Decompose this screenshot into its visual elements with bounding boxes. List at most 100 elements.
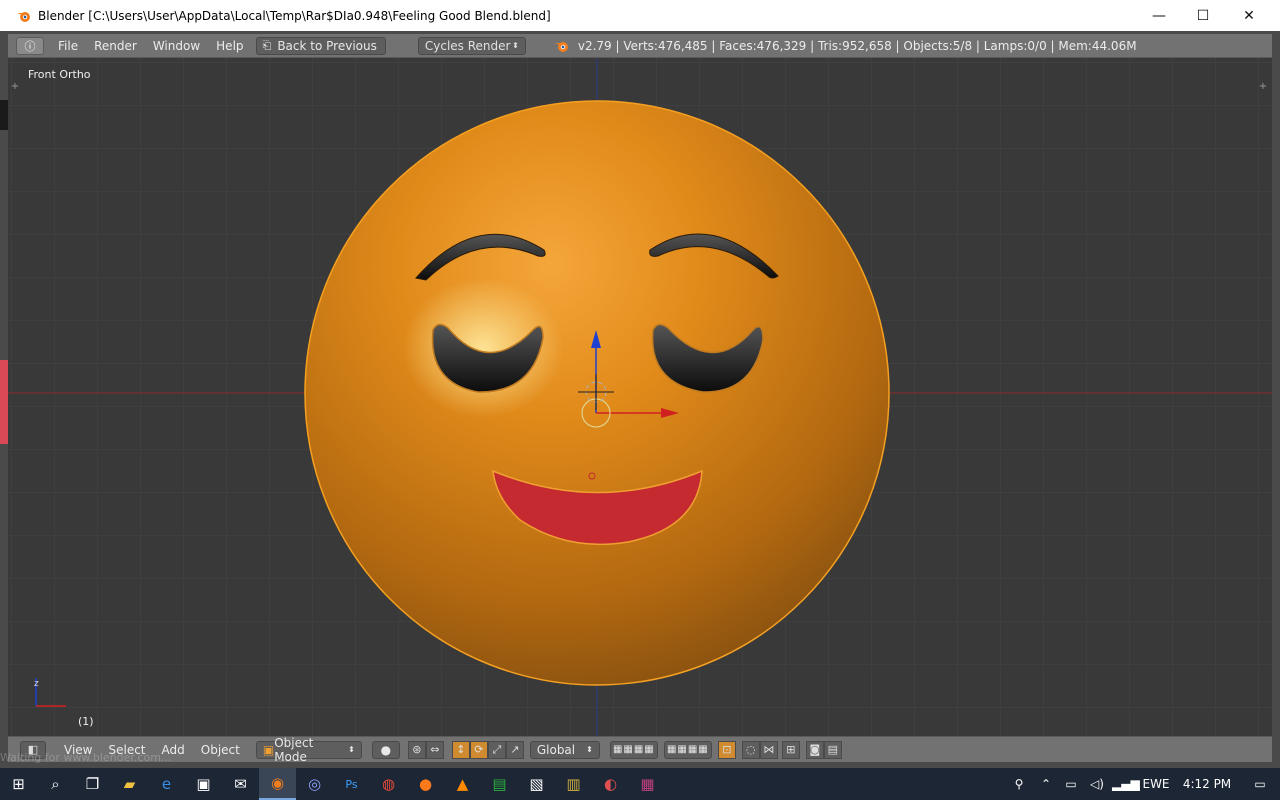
- start-button[interactable]: ⊞: [0, 768, 37, 800]
- windows-logo-icon: ⊞: [12, 775, 25, 793]
- mode-select[interactable]: ▣ Object Mode ⬍: [255, 736, 362, 764]
- orientation-select[interactable]: Global ⬍: [529, 740, 600, 759]
- mail-button[interactable]: ✉: [222, 768, 259, 800]
- app-button-2[interactable]: ▤: [481, 768, 518, 800]
- viewport-shading-select[interactable]: ●: [371, 740, 400, 759]
- view-label: Front Ortho: [28, 68, 91, 81]
- transform-icon: ↗: [510, 743, 520, 756]
- minimize-icon: —: [1152, 7, 1166, 24]
- region-toggle-right[interactable]: +: [1258, 82, 1268, 92]
- minimize-button[interactable]: —: [1136, 0, 1182, 31]
- layers-icon: ▦▦▦▦: [666, 744, 709, 755]
- editor-type-button[interactable]: ⓘ: [16, 36, 44, 55]
- region-toggle-left[interactable]: +: [10, 82, 20, 92]
- folder-icon: ▰: [123, 775, 136, 793]
- transform-icon-button[interactable]: ↗: [505, 740, 524, 759]
- snap-element-button[interactable]: ⋈: [759, 740, 778, 759]
- app-button-3[interactable]: ▧: [518, 768, 555, 800]
- volume-icon[interactable]: ◁): [1086, 777, 1108, 791]
- blender-logo-icon: ◉: [270, 774, 285, 792]
- background-window-edge-red: [0, 360, 8, 444]
- blender-logo-icon: [17, 11, 30, 22]
- menu-render[interactable]: Render: [86, 34, 145, 58]
- stats-text: v2.79 | Verts:476,485 | Faces:476,329 | …: [577, 38, 1137, 53]
- notification-icon[interactable]: ▭: [1240, 777, 1280, 791]
- mail-icon: ✉: [234, 775, 247, 793]
- chevron-updown-icon: ⬍: [348, 745, 355, 754]
- vlc-icon: ▲: [456, 775, 469, 793]
- image-app-icon: ▧: [529, 775, 544, 793]
- sphere-icon: ●: [380, 742, 392, 757]
- app-button-6[interactable]: ▦: [629, 768, 666, 800]
- object-mode-icon: ▣: [262, 742, 275, 757]
- axis-z-label: z: [34, 679, 39, 689]
- menu-file[interactable]: File: [50, 34, 86, 58]
- photoshop-icon: Ps: [345, 777, 358, 791]
- photoshop-button[interactable]: Ps: [333, 768, 370, 800]
- snap-toggle-button[interactable]: ⊞: [781, 740, 800, 759]
- app-button-4[interactable]: ▥: [555, 768, 592, 800]
- blender-window: Blender [C:\Users\User\AppData\Local\Tem…: [0, 0, 1280, 768]
- info-header: ⓘ File Render Window Help ⎗ Back to Prev…: [8, 34, 1272, 58]
- store-button[interactable]: ▣: [185, 768, 222, 800]
- people-icon[interactable]: ⚲: [1006, 777, 1032, 791]
- scale-manipulator-button[interactable]: ⤢: [487, 740, 506, 759]
- orientation-value: Global: [536, 742, 576, 757]
- clock[interactable]: 4:12 PM: [1178, 777, 1236, 791]
- back-to-previous-button[interactable]: ⎗ Back to Previous: [255, 36, 386, 55]
- lock-layers-button[interactable]: ⊡: [717, 740, 736, 759]
- edge-button[interactable]: e: [148, 768, 185, 800]
- chrome-button[interactable]: ◍: [370, 768, 407, 800]
- app-button-1[interactable]: ◎: [296, 768, 333, 800]
- render-opengl-button[interactable]: ◙: [805, 740, 824, 759]
- blender-logo-icon: [554, 41, 568, 52]
- pivot-point-button[interactable]: ⊛: [407, 740, 426, 759]
- folder-app-icon: ▥: [566, 775, 581, 793]
- battery-icon[interactable]: ▭: [1060, 777, 1082, 791]
- snap-icon: ⋈: [763, 743, 775, 756]
- proportional-icon: ◌: [746, 743, 756, 756]
- chevron-up-icon[interactable]: ⌃: [1036, 777, 1056, 791]
- chrome-icon: ◍: [381, 775, 396, 793]
- magnet-icon: ⊞: [786, 743, 796, 756]
- layers-grid-1[interactable]: ▦▦▦▦: [609, 740, 658, 759]
- green-app-icon: ▤: [492, 775, 507, 793]
- app-button-5[interactable]: ◐: [592, 768, 629, 800]
- rotate-manipulator-button[interactable]: ⟳: [469, 740, 488, 759]
- blender-taskbar-button[interactable]: ◉: [259, 768, 296, 800]
- viewport-canvas: z: [8, 58, 1272, 736]
- search-button[interactable]: ⌕: [37, 768, 74, 800]
- render-animation-button[interactable]: ▤: [823, 740, 842, 759]
- render-engine-value: Cycles Render: [424, 38, 511, 53]
- edge-icon: e: [161, 775, 172, 793]
- firefox-button[interactable]: ●: [407, 768, 444, 800]
- close-icon: ✕: [1243, 7, 1255, 24]
- vlc-button[interactable]: ▲: [444, 768, 481, 800]
- language-indicator[interactable]: EWE: [1138, 777, 1174, 791]
- manipulator-icon: ⇔: [430, 743, 440, 756]
- title-bar: Blender [C:\Users\User\AppData\Local\Tem…: [0, 0, 1280, 31]
- translate-manipulator-button[interactable]: ↕: [451, 740, 470, 759]
- rotate-icon: ⟳: [474, 743, 484, 756]
- menu-object[interactable]: Object: [193, 738, 248, 762]
- viewport-header: ◧ View Select Add Object ▣ Object Mode ⬍…: [8, 736, 1272, 764]
- status-text: Waiting for www.blender.com...: [0, 751, 172, 764]
- task-view-icon: ❐: [85, 775, 100, 793]
- firefox-icon: ●: [418, 775, 433, 793]
- file-explorer-button[interactable]: ▰: [111, 768, 148, 800]
- manipulator-toggle[interactable]: ⇔: [425, 740, 444, 759]
- close-button[interactable]: ✕: [1226, 0, 1272, 31]
- frame-label: (1): [78, 715, 94, 728]
- scale-icon: ⤢: [492, 742, 502, 756]
- network-icon[interactable]: ▂▄▆: [1112, 777, 1140, 791]
- render-engine-select[interactable]: Cycles Render ⬍: [417, 36, 526, 55]
- archive-app-icon: ▦: [640, 775, 655, 793]
- menu-help[interactable]: Help: [208, 34, 251, 58]
- maximize-button[interactable]: ☐: [1180, 0, 1226, 31]
- menu-window[interactable]: Window: [145, 34, 208, 58]
- proportional-edit-button[interactable]: ◌: [741, 740, 760, 759]
- task-view-button[interactable]: ❐: [74, 768, 111, 800]
- 3d-viewport[interactable]: z Front Ortho (1) + +: [8, 58, 1272, 736]
- layers-grid-2[interactable]: ▦▦▦▦: [663, 740, 712, 759]
- emoji-face[interactable]: [304, 100, 890, 686]
